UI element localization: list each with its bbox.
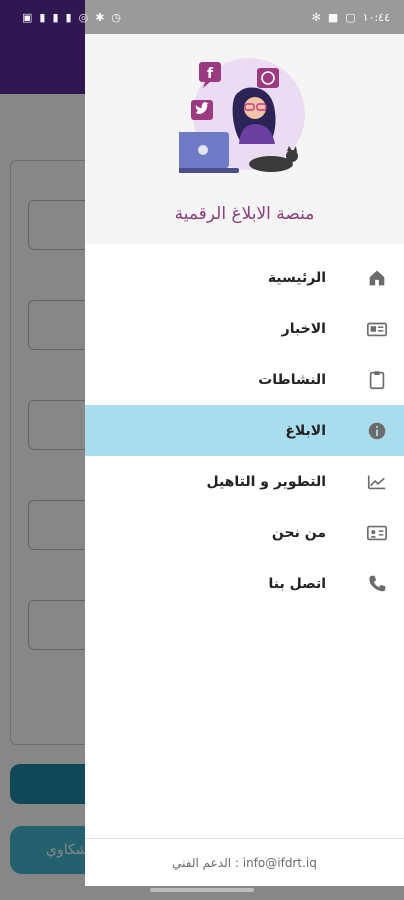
gesture-nav-handle[interactable] [150,888,254,892]
menu-item-label: النشاطات [258,371,326,388]
signal-icon: ▮ [65,10,72,24]
social-media-illustration: f [179,58,305,173]
clipboard-icon [369,371,385,390]
status-right-group: ✻ ■ ▢ ١٠:٤٤ [312,11,390,24]
navigation-drawer: f منصة الابلاغ الرقمية الرئيسية الاخبار … [85,0,404,886]
menu-item-label: التطوير و التاهيل [206,473,326,490]
menu-item-label: الاخبار [281,320,326,337]
drawer-footer: الدعم الفني : info@ifdrt.iq [85,838,404,886]
menu-item-report[interactable]: الابلاغ [85,405,404,456]
info-icon [368,422,386,440]
sim-icon: ▣ [22,10,33,24]
drawer-header: f منصة الابلاغ الرقمية [85,0,404,244]
signal-icon: ▮ [52,10,59,24]
signal-icon: ▮ [39,10,46,24]
menu-item-label: الرئيسية [267,269,326,286]
menu-item-contact[interactable]: اتصل بنا [85,558,404,609]
status-bar: ▣ ▮ ▮ ▮ ◎ ✱ ◷ ✻ ■ ▢ ١٠:٤٤ [0,0,404,34]
alarm-icon: ◷ [111,10,122,24]
menu-item-activities[interactable]: النشاطات [85,354,404,405]
contact-card-icon [367,525,387,541]
menu-item-home[interactable]: الرئيسية [85,252,404,303]
menu-item-label: الابلاغ [285,422,326,439]
status-left-icons: ▣ ▮ ▮ ▮ ◎ ✱ ◷ [22,12,121,23]
wifi-icon: ✻ [311,10,321,24]
image-icon: ▢ [345,10,356,24]
menu-item-news[interactable]: الاخبار [85,303,404,354]
app-icon: ■ [327,10,339,24]
hotspot-icon: ◎ [78,10,89,24]
menu-item-label: اتصل بنا [268,575,326,592]
home-icon [369,270,385,286]
newspaper-icon [367,322,387,337]
support-email[interactable]: الدعم الفني : info@ifdrt.iq [172,856,317,870]
menu-item-label: من نحن [271,524,326,541]
bluetooth-icon: ✱ [95,10,105,24]
menu-item-development[interactable]: التطوير و التاهيل [85,456,404,507]
trending-icon [367,475,386,490]
svg-text:f: f [207,66,214,82]
status-time: ١٠:٤٤ [362,10,390,24]
menu-item-about[interactable]: من نحن [85,507,404,558]
platform-title: منصة الابلاغ الرقمية [174,204,315,224]
drawer-menu: الرئيسية الاخبار النشاطات الابلاغ التطوي… [85,252,404,609]
phone-icon [369,575,386,592]
